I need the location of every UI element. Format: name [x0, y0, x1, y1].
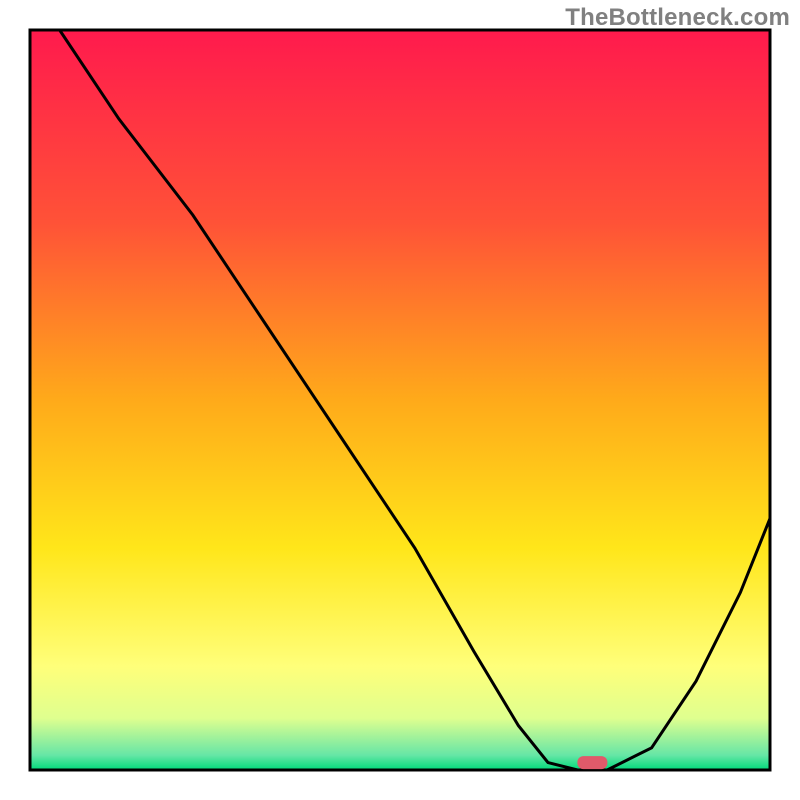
- chart-container: TheBottleneck.com: [0, 0, 800, 800]
- watermark-text: TheBottleneck.com: [565, 4, 790, 32]
- plot-background: [30, 30, 770, 770]
- bottleneck-chart: [0, 0, 800, 800]
- optimal-marker: [577, 756, 607, 769]
